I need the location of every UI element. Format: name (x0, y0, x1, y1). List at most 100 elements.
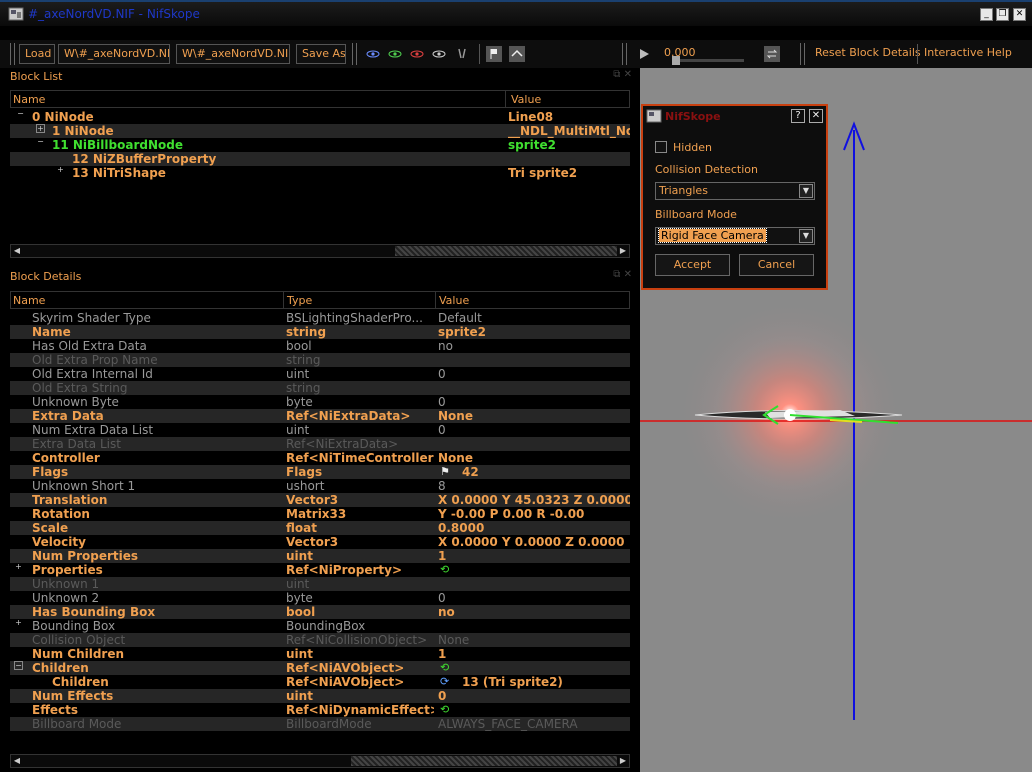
close-button[interactable]: ✕ (809, 109, 823, 123)
hidden-checkbox[interactable] (655, 141, 667, 153)
detail-row[interactable]: Skyrim Shader Type BSLightingShaderPro...… (10, 311, 630, 325)
toolbar-grip[interactable] (10, 43, 15, 65)
loop-icon[interactable] (764, 46, 780, 62)
scroll-right-icon[interactable]: ▶ (617, 755, 629, 767)
detail-row[interactable]: Flags Flags ⚑ 42 (10, 465, 630, 479)
detail-row[interactable]: Effects Ref<NiDynamicEffect> ⟲ (10, 703, 630, 717)
chevron-down-icon[interactable]: ▼ (799, 229, 813, 243)
load-path-field[interactable]: W\#_axeNordVD.NIF (58, 44, 170, 64)
pane-controls[interactable]: ⧉ ✕ (613, 269, 632, 280)
flag-tool-icon[interactable] (486, 46, 502, 62)
column-header-type[interactable]: Type (287, 294, 312, 307)
field-type: float (286, 521, 317, 535)
collision-detection-select[interactable]: Triangles ▼ (655, 182, 815, 200)
detail-row[interactable]: Extra Data Ref<NiExtraData> None (10, 409, 630, 423)
detail-row[interactable]: Old Extra Internal Id uint 0 (10, 367, 630, 381)
detail-row[interactable]: Num Properties uint 1 (10, 549, 630, 563)
detail-row[interactable]: Unknown Short 1 ushort 8 (10, 479, 630, 493)
play-icon[interactable] (636, 46, 652, 62)
field-value: sprite2 (438, 325, 486, 339)
save-path-field[interactable]: W\#_axeNordVD.NIF (176, 44, 290, 64)
column-header-name[interactable]: Name (13, 93, 45, 106)
reset-block-details-button[interactable]: Reset Block Details (815, 46, 921, 59)
scroll-left-icon[interactable]: ◀ (11, 245, 23, 257)
block-list-row[interactable]: +1 NiNode __NDL_MultiMtl_Node (10, 124, 630, 138)
field-value: 0 (438, 395, 446, 409)
block-list-scrollbar[interactable]: ◀ ▶ (10, 244, 630, 258)
load-button[interactable]: Load (19, 44, 55, 64)
column-header-value[interactable]: Value (511, 93, 541, 106)
close-button[interactable]: ✕ (1013, 8, 1026, 21)
detail-row[interactable]: Unknown 2 byte 0 (10, 591, 630, 605)
expand-toggle-icon[interactable]: + (36, 124, 45, 133)
link-tool-icon[interactable] (509, 46, 525, 62)
pane-controls[interactable]: ⧉ ✕ (613, 69, 632, 80)
scroll-left-icon[interactable]: ◀ (11, 755, 23, 767)
eye-blue-icon[interactable] (365, 46, 381, 62)
block-list-row[interactable]: 12 NiZBufferProperty (10, 152, 630, 166)
field-type: uint (286, 689, 313, 703)
block-list-row[interactable]: −11 NiBillboardNode sprite2 (10, 138, 630, 152)
column-header-name[interactable]: Name (13, 294, 45, 307)
eye-green-icon[interactable] (387, 46, 403, 62)
minimize-button[interactable]: _ (980, 8, 993, 21)
detail-row[interactable]: Old Extra Prop Name string (10, 353, 630, 367)
detail-row[interactable]: Has Old Extra Data bool no (10, 339, 630, 353)
scroll-right-icon[interactable]: ▶ (617, 245, 629, 257)
field-value: None (438, 451, 473, 465)
cancel-button[interactable]: Cancel (739, 254, 814, 276)
detail-row[interactable]: Old Extra String string (10, 381, 630, 395)
detail-row[interactable]: Name string sprite2 (10, 325, 630, 339)
restore-button[interactable]: ❐ (996, 8, 1009, 21)
toolbar-grip[interactable] (622, 43, 627, 65)
billboard-mode-value: Rigid Face Camera (658, 228, 767, 243)
help-button[interactable]: ? (791, 109, 805, 123)
toolbar-grip[interactable] (800, 43, 805, 65)
detail-row[interactable]: Num Extra Data List uint 0 (10, 423, 630, 437)
detail-row[interactable]: Collision Object Ref<NiCollisionObject> No… (10, 633, 630, 647)
detail-row[interactable]: Billboard Mode BillboardMode ALWAYS_FACE_C… (10, 717, 630, 731)
expand-toggle-icon[interactable]: + (14, 619, 23, 628)
detail-row[interactable]: − Children Ref<NiAVObject> ⟲ (10, 661, 630, 675)
link-icon: ⟲ (440, 563, 450, 576)
toolbar-grip[interactable] (352, 43, 357, 65)
eye-red-icon[interactable] (409, 46, 425, 62)
detail-row[interactable]: Scale float 0.8000 (10, 521, 630, 535)
detail-row[interactable]: Num Effects uint 0 (10, 689, 630, 703)
detail-row[interactable]: Unknown Byte byte 0 (10, 395, 630, 409)
chevron-down-icon[interactable]: ▼ (799, 184, 813, 198)
block-details-scrollbar[interactable]: ◀ ▶ (10, 754, 630, 768)
detail-row[interactable]: Extra Data List Ref<NiExtraData> (10, 437, 630, 451)
detail-row[interactable]: Velocity Vector3 X 0.0000 Y 0.0000 Z 0.000… (10, 535, 630, 549)
expand-toggle-icon[interactable]: + (56, 166, 65, 175)
detail-row[interactable]: Translation Vector3 X 0.0000 Y 45.0323 Z 0… (10, 493, 630, 507)
detail-row[interactable]: Has Bounding Box bool no (10, 605, 630, 619)
detail-row[interactable]: Children Ref<NiAVObject> ⟳ 13 (Tri sprite2) (10, 675, 630, 689)
expand-toggle-icon[interactable]: − (14, 661, 23, 670)
interactive-help-button[interactable]: Interactive Help (924, 46, 1012, 59)
scroll-thumb[interactable] (395, 246, 617, 256)
block-list-row[interactable]: +13 NiTriShape Tri sprite2 (10, 166, 630, 180)
field-type: BoundingBox (286, 619, 366, 633)
billboard-mode-select[interactable]: Rigid Face Camera ▼ (655, 227, 815, 245)
field-name: Translation (32, 493, 108, 507)
block-name: 0 NiNode (32, 110, 94, 124)
detail-row[interactable]: + Bounding Box BoundingBox (10, 619, 630, 633)
expand-toggle-icon[interactable]: − (16, 110, 25, 119)
expand-toggle-icon[interactable]: − (36, 138, 45, 147)
detail-row[interactable]: Controller Ref<NiTimeController> None (10, 451, 630, 465)
detail-row[interactable]: Num Children uint 1 (10, 647, 630, 661)
save-as-button[interactable]: Save As (296, 44, 346, 64)
expand-toggle-icon[interactable]: + (14, 563, 23, 572)
block-list-row[interactable]: −0 NiNode Line08 (10, 110, 630, 124)
light-icon[interactable] (455, 46, 471, 62)
detail-row[interactable]: + Properties Ref<NiProperty> ⟲ (10, 563, 630, 577)
detail-row[interactable]: Unknown 1 uint (10, 577, 630, 591)
column-header-value[interactable]: Value (439, 294, 469, 307)
field-name: Num Effects (32, 689, 114, 703)
detail-row[interactable]: Rotation Matrix33 Y -0.00 P 0.00 R -0.00 (10, 507, 630, 521)
scroll-thumb[interactable] (351, 756, 617, 766)
accept-button[interactable]: Accept (655, 254, 730, 276)
time-slider[interactable] (672, 56, 744, 65)
eye-white-icon[interactable] (431, 46, 447, 62)
